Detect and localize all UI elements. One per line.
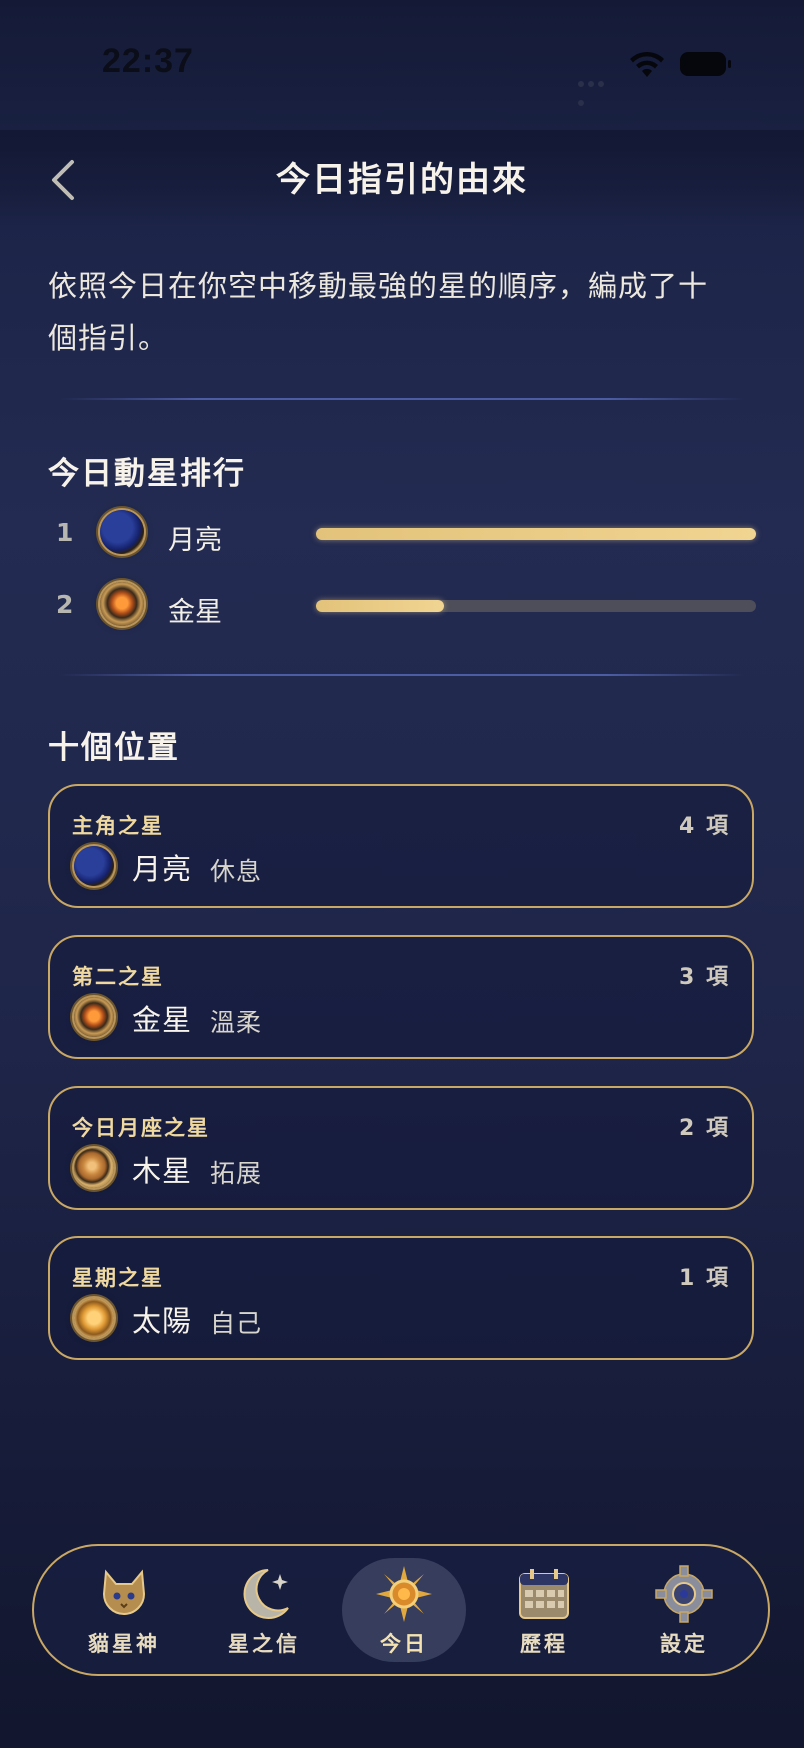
moon-icon — [100, 510, 144, 554]
position-keyword: 拓展 — [210, 1159, 263, 1188]
positions-section-title: 十個位置 — [48, 730, 180, 766]
position-title: 星期之星 — [72, 1266, 164, 1290]
tab-label: 貓星神 — [88, 1632, 160, 1656]
venus-icon — [100, 582, 144, 626]
position-card[interactable]: 主角之星 4 項 月亮 休息 — [48, 784, 754, 908]
position-count: 3 項 — [679, 965, 730, 990]
status-bar: 22:37 — [0, 0, 804, 130]
tab-label: 今日 — [380, 1632, 428, 1656]
ranking-section-title: 今日動星排行 — [48, 456, 246, 492]
tab-label: 歷程 — [520, 1632, 568, 1656]
tab-history[interactable]: 歷程 — [482, 1558, 606, 1662]
position-title: 第二之星 — [72, 965, 164, 989]
sun-icon — [74, 1298, 114, 1338]
tab-label: 星之信 — [228, 1632, 300, 1656]
tab-star-letter[interactable]: 星之信 — [202, 1558, 326, 1662]
cat-icon — [102, 1569, 146, 1615]
position-keyword: 溫柔 — [210, 1008, 263, 1037]
cellular-signal-icon — [578, 72, 616, 106]
position-planet: 木星 — [132, 1154, 193, 1188]
page-title: 今日指引的由來 — [276, 160, 528, 200]
battery-icon — [680, 52, 731, 76]
position-keyword: 休息 — [210, 857, 263, 886]
nav-header: 今日指引的由來 — [0, 130, 804, 230]
position-title: 主角之星 — [72, 814, 164, 838]
tab-cat-god[interactable]: 貓星神 — [62, 1558, 186, 1662]
position-count: 1 項 — [679, 1266, 730, 1291]
divider — [60, 398, 744, 400]
ranking-row: 1 月亮 — [48, 506, 758, 562]
position-planet: 月亮 — [132, 852, 193, 886]
sun-icon — [376, 1566, 432, 1622]
strength-bar — [316, 528, 756, 540]
position-keyword: 自己 — [210, 1309, 263, 1338]
tab-bar: 貓星神 星之信 今日 歷程 設定 — [32, 1544, 770, 1676]
status-time: 22:37 — [102, 42, 194, 80]
position-count: 4 項 — [679, 814, 730, 839]
rank-planet-label: 金星 — [168, 597, 222, 628]
position-planet: 金星 — [132, 1003, 193, 1037]
position-title: 今日月座之星 — [72, 1116, 210, 1140]
tab-label: 設定 — [660, 1632, 708, 1656]
divider — [60, 674, 744, 676]
rank-number: 1 — [56, 518, 74, 547]
position-card[interactable]: 今日月座之星 2 項 木星 拓展 — [48, 1086, 754, 1210]
position-card[interactable]: 第二之星 3 項 金星 溫柔 — [48, 935, 754, 1059]
position-planet: 太陽 — [132, 1304, 193, 1338]
ranking-row: 2 金星 — [48, 578, 758, 634]
tab-today[interactable]: 今日 — [342, 1558, 466, 1662]
gear-icon — [655, 1565, 713, 1623]
position-card[interactable]: 星期之星 1 項 太陽 自己 — [48, 1236, 754, 1360]
rank-planet-label: 月亮 — [168, 525, 222, 556]
strength-bar — [316, 600, 756, 612]
wifi-icon — [630, 51, 664, 77]
strength-bar-fill — [316, 600, 444, 612]
tab-settings[interactable]: 設定 — [622, 1558, 746, 1662]
venus-icon — [74, 997, 114, 1037]
strength-bar-fill — [316, 528, 756, 540]
crescent-moon-icon — [243, 1569, 289, 1619]
moon-icon — [74, 846, 114, 886]
intro-text: 依照今日在你空中移動最強的星的順序，編成了十個指引。 — [48, 269, 709, 355]
rank-number: 2 — [56, 590, 74, 619]
calendar-icon — [519, 1569, 569, 1619]
position-count: 2 項 — [679, 1116, 730, 1141]
jupiter-icon — [74, 1148, 114, 1188]
